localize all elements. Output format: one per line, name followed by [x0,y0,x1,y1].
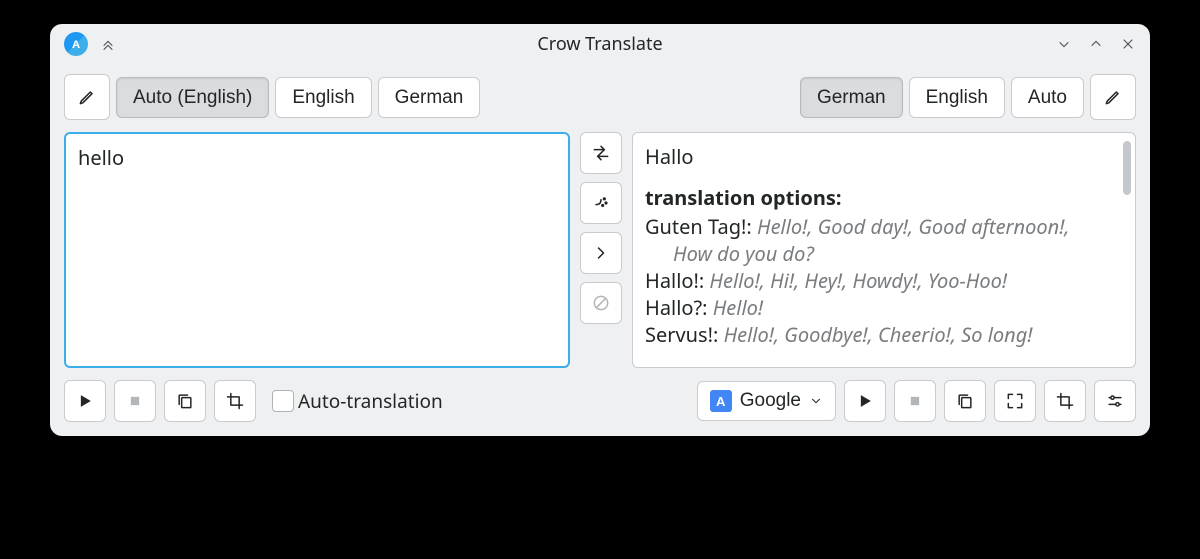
expand-translation-button[interactable] [994,380,1036,422]
crop-icon [1055,391,1075,411]
clear-sparkle-icon [591,193,611,213]
app-icon: A [64,32,88,56]
ocr-translation-button[interactable] [1044,380,1086,422]
edit-source-langs-button[interactable] [64,74,110,120]
stop-icon [905,391,925,411]
app-window: A Crow Translate Auto (English) English … [50,24,1150,436]
translation-output: Hallo translation options: Guten Tag!: H… [632,132,1136,368]
chevron-down-icon [809,394,823,408]
language-row: Auto (English) English German German Eng… [64,74,1136,120]
sliders-icon [1105,391,1125,411]
pencil-icon [77,87,97,107]
edit-target-langs-button[interactable] [1090,74,1136,120]
play-source-button[interactable] [64,380,106,422]
source-lang-german[interactable]: German [378,77,481,118]
source-text-input[interactable] [64,132,570,368]
play-icon [75,391,95,411]
expand-icon [1005,391,1025,411]
window-title: Crow Translate [50,32,1150,56]
stop-icon [125,391,145,411]
keep-above-icon[interactable] [100,36,116,52]
translation-option: Servus!: Hello!, Goodbye!, Cheerio!, So … [673,321,1105,348]
pencil-icon [1103,87,1123,107]
minimize-icon[interactable] [1056,36,1072,52]
source-lang-auto[interactable]: Auto (English) [116,77,269,118]
play-translation-button[interactable] [844,380,886,422]
close-icon[interactable] [1120,36,1136,52]
translation-options-header: translation options: [645,184,1105,211]
stop-translation-button[interactable] [894,380,936,422]
translation-result: Hallo [645,143,1105,170]
chevron-right-icon [591,243,611,263]
titlebar: A Crow Translate [50,24,1150,64]
crop-icon [225,391,245,411]
translate-button[interactable] [580,232,622,274]
body-row: Hallo translation options: Guten Tag!: H… [64,132,1136,368]
scrollbar-thumb[interactable] [1123,141,1131,195]
maximize-icon[interactable] [1088,36,1104,52]
google-translate-icon: A [710,390,732,412]
copy-source-button[interactable] [164,380,206,422]
ocr-source-button[interactable] [214,380,256,422]
swap-icon [591,143,611,163]
stop-source-button[interactable] [114,380,156,422]
play-icon [855,391,875,411]
target-lang-german[interactable]: German [800,77,903,118]
engine-selector[interactable]: A Google [697,381,836,421]
copy-icon [955,391,975,411]
target-lang-auto[interactable]: Auto [1011,77,1084,118]
translation-option: Hallo!: Hello!, Hi!, Hey!, Howdy!, Yoo-H… [673,267,1105,294]
cancel-button[interactable] [580,282,622,324]
translation-option: Hallo?: Hello! [673,294,1105,321]
settings-button[interactable] [1094,380,1136,422]
middle-column [580,132,622,368]
source-lang-english[interactable]: English [275,77,371,118]
engine-label: Google [740,390,801,412]
clear-button[interactable] [580,182,622,224]
copy-translation-button[interactable] [944,380,986,422]
swap-languages-button[interactable] [580,132,622,174]
copy-icon [175,391,195,411]
bottom-row: Auto-translation A Google [64,380,1136,422]
auto-translation-label: Auto-translation [298,388,443,414]
auto-translation-checkbox[interactable] [272,390,294,412]
cancel-icon [591,293,611,313]
translation-option: Guten Tag!: Hello!, Good day!, Good afte… [673,213,1105,267]
target-lang-english[interactable]: English [909,77,1005,118]
